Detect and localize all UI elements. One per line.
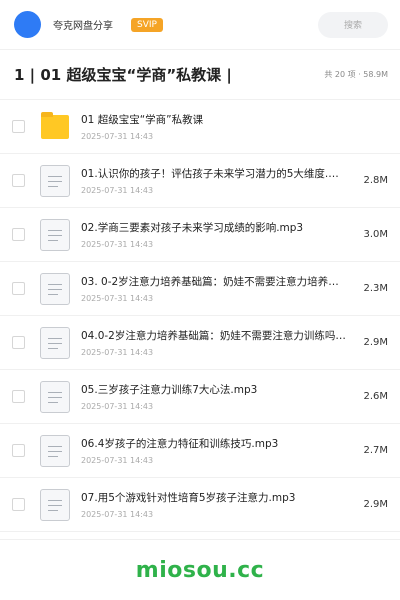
file-icon [39,488,71,521]
item-date: 2025-07-31 14:43 [81,186,154,195]
item-date: 2025-07-31 14:43 [81,510,154,519]
footer: miosou.cc [0,539,400,600]
file-icon [39,434,71,467]
item-checkbox[interactable] [12,228,25,241]
avatar[interactable] [14,11,41,38]
list-item[interactable]: 07.用5个游戏针对性培育5岁孩子注意力.mp3 2025-07-31 14:4… [0,478,400,532]
watermark: miosou.cc [135,557,265,583]
item-name: 07.用5个游戏针对性培育5岁孩子注意力.mp3 [81,492,296,504]
folder-icon [39,111,71,143]
list-item[interactable]: 06.4岁孩子的注意力特征和训练技巧.mp3 2025-07-31 14:43 … [0,424,400,478]
item-size: 3.0M [363,229,388,240]
item-name: 01.认识你的孩子！评估孩子未来学习潜力的5大维度.mp3 [81,168,348,180]
list-item[interactable]: 02.学商三要素对孩子未来学习成绩的影响.mp3 2025-07-31 14:4… [0,208,400,262]
item-checkbox[interactable] [12,336,25,349]
item-checkbox[interactable] [12,390,25,403]
folder-title: 1 | 01 超级宝宝“学商”私教课 | [14,66,232,84]
item-name: 03. 0-2岁注意力培养基础篇：奶娃不需要注意力培养吗.mp3 [81,276,348,288]
list-item[interactable]: 04.0-2岁注意力培养基础篇：奶娃不需要注意力训练吗.mp3 2025-07-… [0,316,400,370]
item-size: 2.6M [363,391,388,402]
item-name: 04.0-2岁注意力培养基础篇：奶娃不需要注意力训练吗.mp3 [81,330,348,342]
item-checkbox[interactable] [12,120,25,133]
item-date: 2025-07-31 14:43 [81,402,154,411]
svip-badge: SVIP [131,17,163,32]
item-date: 2025-07-31 14:43 [81,240,154,249]
file-icon [39,380,71,413]
list-item[interactable]: 05.三岁孩子注意力训练7大心法.mp3 2025-07-31 14:43 2.… [0,370,400,424]
item-name: 02.学商三要素对孩子未来学习成绩的影响.mp3 [81,222,304,234]
search-button[interactable]: 搜索 [318,11,388,38]
item-checkbox[interactable] [12,174,25,187]
file-icon [39,164,71,197]
file-icon [39,272,71,305]
item-size: 2.7M [363,445,388,456]
item-size: 2.3M [363,283,388,294]
item-date: 2025-07-31 14:43 [81,456,154,465]
item-checkbox[interactable] [12,282,25,295]
item-checkbox[interactable] [12,498,25,511]
item-size: 2.9M [363,337,388,348]
top-bar: 夸克网盘分享 SVIP 搜索 [0,0,400,50]
item-name: 05.三岁孩子注意力训练7大心法.mp3 [81,384,258,396]
item-size: 2.9M [363,499,388,510]
item-date: 2025-07-31 14:43 [81,132,154,141]
file-icon [39,326,71,359]
folder-header: 1 | 01 超级宝宝“学商”私教课 | 共 20 项 · 58.9M [0,50,400,100]
file-list: 01 超级宝宝“学商”私教课 2025-07-31 14:43 01.认识你的孩… [0,100,400,532]
item-name: 06.4岁孩子的注意力特征和训练技巧.mp3 [81,438,279,450]
item-size: 2.8M [363,175,388,186]
folder-meta: 共 20 项 · 58.9M [324,70,388,79]
list-item[interactable]: 01.认识你的孩子！评估孩子未来学习潜力的5大维度.mp3 2025-07-31… [0,154,400,208]
item-date: 2025-07-31 14:43 [81,348,154,357]
list-item[interactable]: 03. 0-2岁注意力培养基础篇：奶娃不需要注意力培养吗.mp3 2025-07… [0,262,400,316]
item-name: 01 超级宝宝“学商”私教课 [81,114,204,126]
item-date: 2025-07-31 14:43 [81,294,154,303]
file-icon [39,218,71,251]
item-checkbox[interactable] [12,444,25,457]
list-item[interactable]: 01 超级宝宝“学商”私教课 2025-07-31 14:43 [0,100,400,154]
user-name: 夸克网盘分享 [53,21,113,32]
